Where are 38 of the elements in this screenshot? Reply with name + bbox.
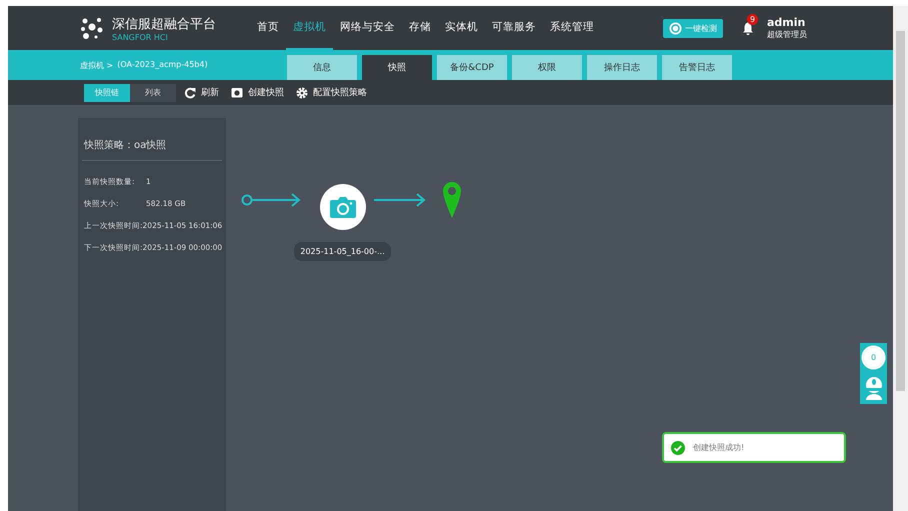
tab[interactable]: 备份&CDP xyxy=(437,55,507,80)
chain-start-arrow xyxy=(241,192,301,206)
snapshot-label[interactable]: 2025-11-05_16-00-... xyxy=(294,242,391,261)
scrollbar[interactable] xyxy=(893,6,908,511)
view-toggle[interactable]: 列表 xyxy=(130,84,176,102)
user-role: 超级管理员 xyxy=(767,29,807,40)
user-name[interactable]: admin xyxy=(767,16,807,29)
location-pin-icon xyxy=(442,180,462,218)
toolbar-action[interactable]: 创建快照 xyxy=(231,86,284,99)
tab[interactable]: 告警日志 xyxy=(662,55,732,80)
arrow-icon xyxy=(374,192,426,206)
toast-message: 创建快照成功! xyxy=(693,442,744,453)
breadcrumb-current: (OA-2023_acmp-45b4) xyxy=(117,60,208,70)
logo-subtitle: SANGFOR HCI xyxy=(112,32,169,42)
snapshot-node[interactable] xyxy=(320,184,366,230)
tab[interactable]: 操作日志 xyxy=(587,55,657,80)
camera-icon xyxy=(231,87,243,98)
toolbar-action[interactable]: 配置快照策略 xyxy=(296,86,367,99)
success-icon xyxy=(671,440,685,454)
toolbar-action[interactable]: 刷新 xyxy=(184,86,219,99)
tab[interactable]: 快照 xyxy=(362,55,432,80)
settings-icon xyxy=(296,86,308,98)
tab[interactable]: 权限 xyxy=(512,55,582,80)
policy-title: 快照策略：oa快照 xyxy=(82,118,222,161)
nav-item[interactable]: 实体机 xyxy=(438,6,485,50)
nav-item[interactable]: 系统管理 xyxy=(543,6,601,50)
tab[interactable]: 信息 xyxy=(287,55,357,80)
camera-icon xyxy=(330,196,356,218)
nav-item[interactable]: 存储 xyxy=(402,6,438,50)
nav-item[interactable]: 首页 xyxy=(250,6,286,50)
bell-icon[interactable] xyxy=(743,22,753,34)
logo-title: 深信服超融合平台 xyxy=(112,16,216,32)
notification-badge: 9 xyxy=(747,14,758,24)
check-icon xyxy=(669,22,682,34)
nav-item[interactable]: 可靠服务 xyxy=(485,6,543,50)
refresh-icon xyxy=(184,86,196,98)
nav-item[interactable]: 网络与安全 xyxy=(333,6,402,50)
logo-icon xyxy=(80,16,104,40)
